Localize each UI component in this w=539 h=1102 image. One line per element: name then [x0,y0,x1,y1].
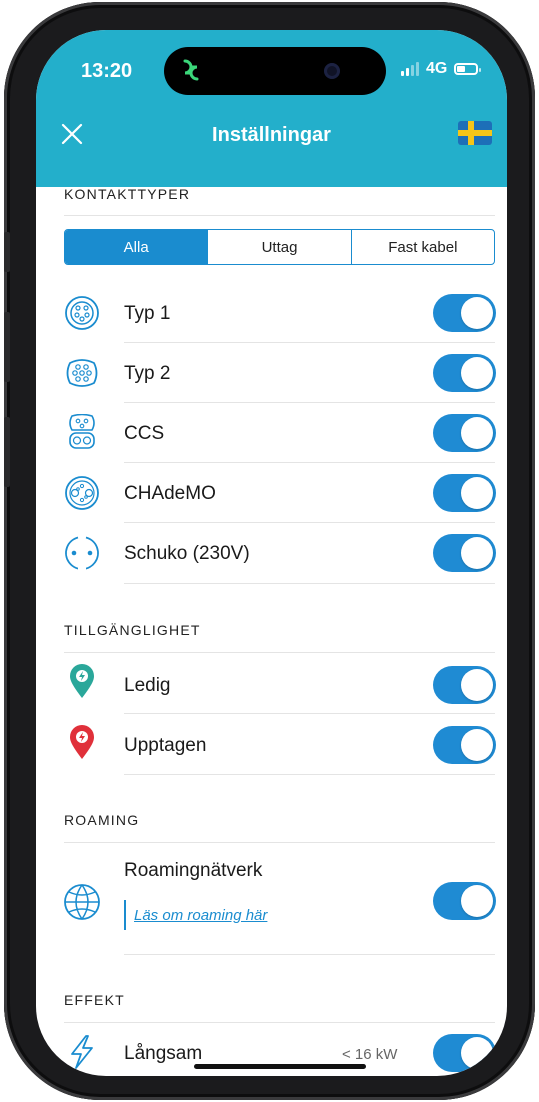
divider [124,522,495,523]
connector-filter-segmented-control: Alla Uttag Fast kabel [64,229,495,265]
top-bar: 13:20 4G Inställningar [36,30,507,187]
connector-label-chademo: CHAdeMO [124,483,216,504]
chademo-connector-icon [65,476,99,510]
power-label-slow: Långsam [124,1043,203,1064]
toggle-type1[interactable] [433,294,496,332]
occupied-pin-icon [70,725,94,759]
toggle-ccs[interactable] [433,414,496,452]
connector-label-type2: Typ 2 [124,363,171,384]
divider [124,954,495,955]
divider [64,1022,495,1023]
toggle-chademo[interactable] [433,474,496,512]
connector-label-ccs: CCS [124,423,165,444]
app-logo-icon [183,59,199,81]
toggle-occupied[interactable] [433,726,496,764]
battery-icon [454,63,482,75]
schuko-connector-icon [65,536,99,570]
mute-switch [4,232,10,272]
divider [64,842,495,843]
section-heading-power: EFFEKT [64,992,125,1008]
volume-down-button [4,417,10,487]
segment-all[interactable]: Alla [65,230,208,264]
availability-label-available: Ledig [124,675,171,696]
ccs-connector-icon [69,414,95,449]
toggle-type2[interactable] [433,354,496,392]
network-type: 4G [426,60,448,77]
divider [124,342,495,343]
divider [124,402,495,403]
dynamic-island [164,47,386,95]
connector-label-schuko: Schuko (230V) [124,543,250,564]
roaming-info-link-text[interactable]: Läs om roaming här [134,907,267,924]
app-screen: 13:20 4G Inställningar KONTAKTTYPER Alla… [36,30,507,1076]
type1-connector-icon [65,296,99,330]
available-pin-icon [70,664,94,698]
type2-connector-icon [66,359,98,387]
divider [124,713,495,714]
connector-label-type1: Typ 1 [124,303,171,324]
divider [124,462,495,463]
power-value-slow: < 16 kW [342,1046,398,1063]
toggle-roaming-network[interactable] [433,882,496,920]
status-time: 13:20 [81,60,133,82]
phone-frame: 13:20 4G Inställningar KONTAKTTYPER Alla… [4,2,535,1100]
availability-label-occupied: Upptagen [124,735,207,756]
camera-icon [324,63,340,79]
toggle-schuko[interactable] [433,534,496,572]
divider [64,215,495,216]
toggle-available[interactable] [433,666,496,704]
divider [124,774,495,775]
toggle-power-slow[interactable] [433,1034,496,1072]
section-heading-roaming: ROAMING [64,812,140,828]
segment-fixed-cable[interactable]: Fast kabel [350,230,494,264]
globe-icon [64,884,100,920]
roaming-network-label: Roamingnätverk [124,860,263,881]
divider [64,652,495,653]
roaming-info-link[interactable]: Läs om roaming här [124,900,267,930]
signal-icon [401,62,419,76]
lightning-icon [71,1035,93,1069]
divider [124,583,495,584]
page-title: Inställningar [212,124,331,146]
volume-up-button [4,312,10,382]
segment-outlet[interactable]: Uttag [207,230,350,264]
status-indicators: 4G [401,60,482,78]
section-heading-availability: TILLGÄNGLIGHET [64,622,201,638]
home-indicator[interactable] [194,1064,366,1069]
sweden-flag-icon[interactable] [458,121,492,145]
section-heading-connectors: KONTAKTTYPER [64,186,191,202]
